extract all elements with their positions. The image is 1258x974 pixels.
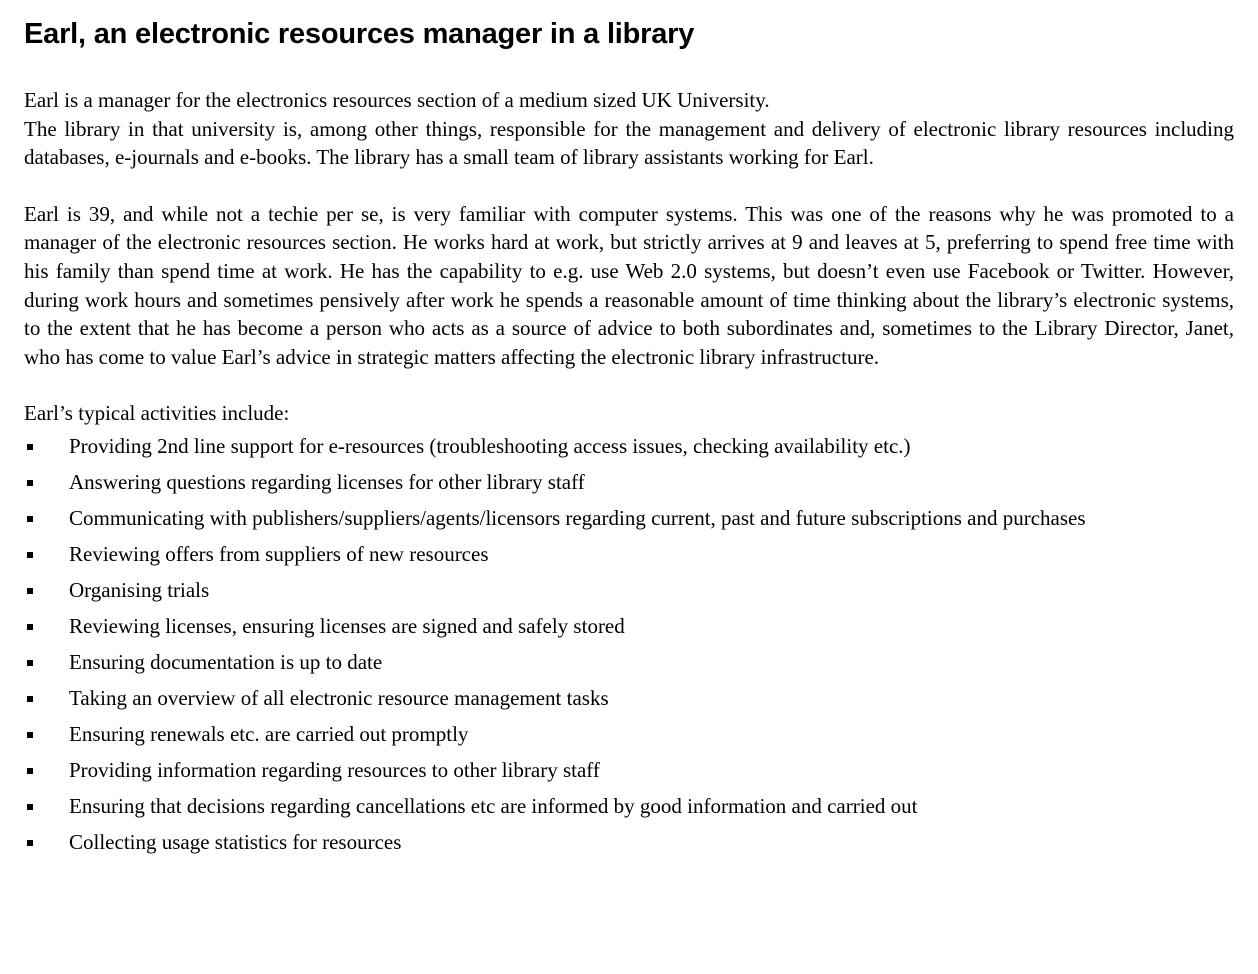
square-bullet-icon — [27, 587, 33, 594]
list-item: Taking an overview of all electronic res… — [24, 684, 1234, 714]
list-item: Communicating with publishers/suppliers/… — [24, 504, 1234, 534]
square-bullet-icon — [27, 515, 33, 522]
activities-intro: Earl’s typical activities include: — [24, 401, 290, 426]
list-item: Providing 2nd line support for e-resourc… — [24, 432, 1234, 462]
intro-line-1: Earl is a manager for the electronics re… — [24, 88, 770, 112]
intro-paragraph: Earl is a manager for the electronics re… — [24, 86, 1234, 172]
list-item: Reviewing licenses, ensuring licenses ar… — [24, 612, 1234, 642]
list-item-text: Ensuring renewals etc. are carried out p… — [69, 721, 469, 746]
list-item-text: Providing 2nd line support for e-resourc… — [69, 433, 911, 458]
list-item-text: Answering questions regarding licenses f… — [69, 469, 585, 494]
square-bullet-icon — [27, 803, 33, 810]
list-item-text: Reviewing licenses, ensuring licenses ar… — [69, 613, 625, 638]
list-item-text: Organising trials — [69, 577, 210, 602]
activities-list: Providing 2nd line support for e-resourc… — [24, 432, 1234, 857]
square-bullet-icon — [27, 695, 33, 702]
square-bullet-icon — [27, 623, 33, 630]
square-bullet-icon — [27, 767, 33, 774]
list-item-text: Ensuring that decisions regarding cancel… — [69, 793, 918, 818]
list-item: Ensuring documentation is up to date — [24, 648, 1234, 678]
document-page: Earl, an electronic resources manager in… — [24, 14, 1234, 864]
document-title: Earl, an electronic resources manager in… — [24, 18, 695, 50]
list-item-text: Providing information regarding resource… — [69, 757, 600, 782]
square-bullet-icon — [27, 443, 33, 450]
list-item-text: Taking an overview of all electronic res… — [69, 685, 609, 710]
list-item: Providing information regarding resource… — [24, 756, 1234, 786]
list-item: Organising trials — [24, 576, 1234, 606]
square-bullet-icon — [27, 839, 33, 846]
square-bullet-icon — [27, 731, 33, 738]
list-item: Ensuring that decisions regarding cancel… — [24, 792, 1234, 822]
list-item-text: Reviewing offers from suppliers of new r… — [69, 541, 489, 566]
list-item: Reviewing offers from suppliers of new r… — [24, 540, 1234, 570]
square-bullet-icon — [27, 659, 33, 666]
list-item: Ensuring renewals etc. are carried out p… — [24, 720, 1234, 750]
square-bullet-icon — [27, 551, 33, 558]
intro-line-2: The library in that university is, among… — [24, 116, 1234, 170]
list-item-text: Communicating with publishers/suppliers/… — [69, 505, 1086, 530]
background-paragraph: Earl is 39, and while not a techie per s… — [24, 201, 1234, 369]
list-item-text: Collecting usage statistics for resource… — [69, 829, 402, 854]
list-item: Answering questions regarding licenses f… — [24, 468, 1234, 498]
list-item-text: Ensuring documentation is up to date — [69, 649, 383, 674]
list-item: Collecting usage statistics for resource… — [24, 828, 1234, 858]
square-bullet-icon — [27, 479, 33, 486]
